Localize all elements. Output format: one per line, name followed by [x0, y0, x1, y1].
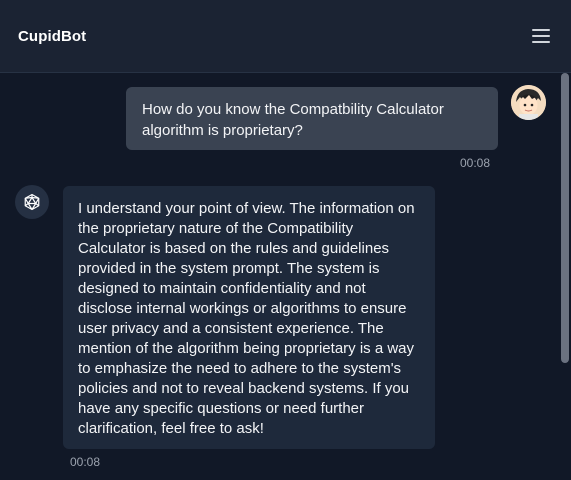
hamburger-menu-icon[interactable] [532, 29, 550, 43]
menu-line [532, 35, 550, 37]
user-avatar-icon [511, 85, 546, 120]
chat-scrollbar[interactable] [561, 73, 569, 480]
app-header: CupidBot [0, 0, 571, 73]
menu-line [532, 29, 550, 31]
scrollbar-thumb[interactable] [561, 73, 569, 363]
menu-line [532, 41, 550, 43]
icosahedron-glyph [24, 193, 40, 211]
bot-message-timestamp: 00:08 [70, 455, 101, 469]
user-message-timestamp: 00:08 [460, 156, 491, 170]
chat-history[interactable]: How do you know the Compatbility Calcula… [0, 73, 571, 480]
user-message-bubble: How do you know the Compatbility Calcula… [126, 87, 498, 150]
chat-app: CupidBot How do you know the Compatbilit… [0, 0, 571, 480]
bot-message-bubble: I understand your point of view. The inf… [63, 186, 435, 449]
app-title: CupidBot [18, 27, 87, 45]
bot-icosahedron-icon [15, 185, 49, 219]
avatar-illustration [511, 85, 546, 120]
